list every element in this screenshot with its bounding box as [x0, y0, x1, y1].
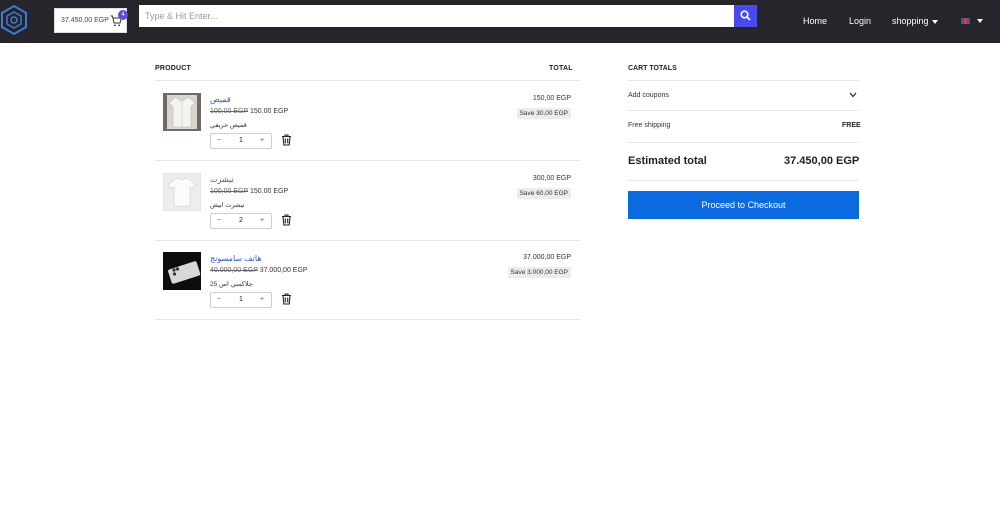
- add-coupons-toggle[interactable]: Add coupons: [628, 92, 669, 99]
- total-column-header: TOTAL: [549, 65, 573, 72]
- product-column-header: PRODUCT: [155, 65, 192, 72]
- cart-item: تيشرت 100,00 EGP 150.00 EGP تيشرت ابيض −…: [155, 161, 580, 240]
- increase-quantity-button[interactable]: +: [260, 296, 264, 303]
- trash-icon[interactable]: [281, 134, 292, 146]
- sale-price: 150.00 EGP: [249, 108, 289, 115]
- original-price: 100,00 EGP: [210, 108, 249, 115]
- decrease-quantity-button[interactable]: −: [217, 296, 221, 303]
- chevron-down-icon: [931, 19, 938, 24]
- nav-shopping-dropdown[interactable]: shopping: [892, 16, 938, 26]
- search-icon: [740, 10, 751, 21]
- search-input[interactable]: [139, 5, 734, 27]
- savings-badge: Save 60,00 EGP: [516, 188, 571, 199]
- product-name-link[interactable]: هاتف سامسونج: [210, 254, 261, 263]
- product-description: تيشرت ابيض: [210, 202, 245, 209]
- increase-quantity-button[interactable]: +: [260, 217, 264, 224]
- chevron-down-icon[interactable]: [849, 92, 857, 98]
- nav-shopping-label: shopping: [892, 16, 929, 26]
- cart-item: قميص 100,00 EGP 150.00 EGP قميص خريفي − …: [155, 81, 580, 160]
- search-button[interactable]: [734, 5, 757, 27]
- sale-price: 150.00 EGP: [249, 188, 289, 195]
- shipping-value: FREE: [842, 122, 861, 129]
- increase-quantity-button[interactable]: +: [260, 137, 264, 144]
- tshirt-product-image[interactable]: [163, 173, 201, 211]
- line-total: 300,00 EGP: [532, 175, 571, 182]
- quantity-stepper: − 2 +: [210, 213, 272, 229]
- shipping-label: Free shipping: [628, 122, 671, 129]
- cart-count-badge: 4: [118, 10, 128, 20]
- search-bar: [139, 5, 757, 27]
- divider: [628, 80, 859, 81]
- divider: [628, 180, 859, 181]
- quantity-stepper: − 1 +: [210, 133, 272, 149]
- phone-product-image[interactable]: [163, 252, 201, 290]
- product-description: قميص خريفي: [210, 122, 247, 129]
- hexagon-logo-icon[interactable]: [0, 4, 28, 36]
- product-name-link[interactable]: قميص: [210, 95, 231, 104]
- cart-totals-title: CART TOTALS: [628, 65, 677, 72]
- mini-cart-amount: 37.450,00 EGP: [61, 17, 109, 24]
- language-flag-icon[interactable]: [961, 18, 970, 24]
- product-name-link[interactable]: تيشرت: [210, 175, 234, 184]
- language-chevron-down-icon[interactable]: [977, 19, 983, 23]
- estimated-total-value: 37.450,00 EGP: [784, 155, 860, 167]
- product-description: جلاكسي اس 25: [210, 281, 253, 288]
- shirt-product-image[interactable]: [163, 93, 201, 131]
- proceed-to-checkout-button[interactable]: Proceed to Checkout: [628, 191, 859, 219]
- divider: [628, 110, 859, 111]
- product-price: 100,00 EGP 150.00 EGP: [210, 108, 288, 115]
- cart-item: هاتف سامسونج 40.000,00 EGP 37.000,00 EGP…: [155, 240, 580, 319]
- quantity-value[interactable]: 2: [239, 217, 243, 224]
- savings-badge: Save 30,00 EGP: [516, 108, 571, 119]
- line-total: 37.000,00 EGP: [523, 254, 571, 261]
- divider: [155, 319, 580, 320]
- mini-cart-button[interactable]: 37.450,00 EGP 4: [54, 8, 128, 33]
- trash-icon[interactable]: [281, 293, 292, 305]
- quantity-value[interactable]: 1: [239, 296, 243, 303]
- decrease-quantity-button[interactable]: −: [217, 137, 221, 144]
- savings-badge: Save 3.000,00 EGP: [507, 267, 571, 278]
- quantity-stepper: − 1 +: [210, 292, 272, 308]
- top-navbar: 37.450,00 EGP 4 Home Login shopping: [0, 0, 1000, 43]
- trash-icon[interactable]: [281, 214, 292, 226]
- quantity-value[interactable]: 1: [239, 137, 243, 144]
- product-price: 40.000,00 EGP 37.000,00 EGP: [210, 267, 308, 274]
- original-price: 40.000,00 EGP: [210, 267, 258, 274]
- sale-price: 37.000,00 EGP: [259, 267, 308, 274]
- divider: [628, 142, 859, 143]
- product-price: 100,00 EGP 150.00 EGP: [210, 188, 288, 195]
- estimated-total-label: Estimated total: [628, 155, 707, 167]
- line-total: 150,00 EGP: [532, 95, 571, 102]
- nav-login-link[interactable]: Login: [849, 16, 871, 26]
- original-price: 100,00 EGP: [210, 188, 249, 195]
- nav-home-link[interactable]: Home: [803, 16, 827, 26]
- decrease-quantity-button[interactable]: −: [217, 217, 221, 224]
